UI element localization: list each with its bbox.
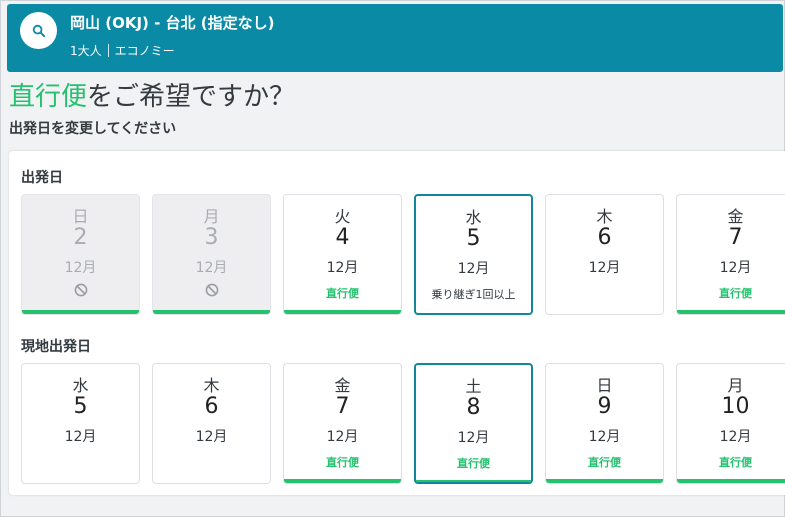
day-number: 2: [73, 225, 88, 250]
day-number: 4: [335, 225, 350, 250]
day-of-week: 月: [727, 376, 744, 395]
passenger-count: 1大人: [70, 44, 102, 58]
day-of-week: 月: [203, 207, 220, 226]
month-label: 12月: [719, 429, 752, 445]
return-date-card[interactable]: 金 7 12月直行便: [283, 363, 402, 484]
return-date-card[interactable]: 土 8 12月直行便: [414, 363, 533, 484]
day-number: 9: [597, 394, 612, 419]
unavailable-icon: [153, 283, 270, 300]
availability-bar: [416, 480, 531, 482]
availability-bar: [22, 310, 139, 314]
availability-bar: [677, 479, 785, 483]
day-number: 3: [204, 225, 219, 250]
search-summary-header[interactable]: 岡山 (OKJ) - 台北 (指定なし) 1大人 エコノミー: [7, 4, 783, 72]
day-number: 8: [466, 395, 481, 420]
outbound-date-card[interactable]: 木 6 12月: [545, 194, 664, 315]
return-date-card[interactable]: 木 6 12月: [152, 363, 271, 484]
direct-flight-tag: 直行便: [588, 456, 621, 469]
availability-bar: [546, 479, 663, 483]
day-number: 6: [597, 225, 612, 250]
return-label: 現地出発日: [21, 339, 91, 355]
headline-highlight: 直行便: [9, 82, 88, 112]
day-number: 5: [466, 226, 481, 251]
return-date-card[interactable]: 水 5 12月: [21, 363, 140, 484]
availability-bar: [153, 310, 270, 314]
day-of-week: 火: [334, 207, 351, 226]
month-label: 12月: [588, 429, 621, 445]
unavailable-icon: [22, 283, 139, 300]
month-label: 12月: [457, 261, 490, 277]
day-of-week: 水: [465, 208, 482, 227]
return-date-card[interactable]: 月 10 12月直行便: [676, 363, 785, 484]
day-of-week: 金: [334, 376, 351, 395]
outbound-date-card[interactable]: 水 5 12月乗り継ぎ1回以上: [414, 194, 533, 315]
month-label: 12月: [457, 430, 490, 446]
page-headline: 直行便をご希望ですか？: [9, 76, 295, 113]
month-label: 12月: [64, 260, 97, 276]
day-of-week: 日: [596, 376, 613, 395]
headline-text: をご希望ですか？: [87, 82, 296, 112]
month-label: 12月: [195, 260, 228, 276]
day-of-week: 水: [72, 376, 89, 395]
search-button[interactable]: [20, 12, 57, 49]
day-number: 7: [728, 225, 743, 250]
day-of-week: 木: [203, 376, 220, 395]
day-of-week: 金: [727, 207, 744, 226]
outbound-date-card[interactable]: 火 4 12月直行便: [283, 194, 402, 315]
day-number: 6: [204, 394, 219, 419]
outbound-date-card: 月 3 12月: [152, 194, 271, 315]
route-title: 岡山 (OKJ) - 台北 (指定なし): [70, 14, 275, 32]
day-number: 10: [721, 394, 750, 419]
divider: [107, 44, 109, 57]
passenger-cabin-summary: 1大人 エコノミー: [70, 42, 175, 59]
day-of-week: 土: [465, 377, 482, 396]
outbound-date-card[interactable]: 金 7 12月直行便: [676, 194, 785, 315]
day-of-week: 日: [72, 207, 89, 226]
availability-bar: [284, 479, 401, 483]
direct-flight-tag: 直行便: [326, 456, 359, 469]
month-label: 12月: [326, 429, 359, 445]
cabin-class: エコノミー: [114, 44, 175, 58]
availability-bar: [284, 310, 401, 314]
availability-bar: [677, 310, 785, 314]
date-selection-panel: 出発日 日 2 12月月 3 12月火 4 12月 直行便水 5 12月 乗り継ぎ1回以上木 6 12月…: [9, 151, 785, 495]
connection-tag: 乗り継ぎ1回以上: [431, 288, 516, 301]
search-icon: [32, 24, 45, 37]
direct-flight-tag: 直行便: [719, 456, 752, 469]
month-label: 12月: [326, 260, 359, 276]
direct-flight-tag: 直行便: [719, 287, 752, 300]
month-label: 12月: [195, 429, 228, 445]
month-label: 12月: [64, 429, 97, 445]
month-label: 12月: [588, 260, 621, 276]
day-number: 7: [335, 394, 350, 419]
direct-flight-tag: 直行便: [326, 287, 359, 300]
outbound-label: 出発日: [21, 170, 63, 186]
day-of-week: 木: [596, 207, 613, 226]
direct-flight-tag: 直行便: [457, 457, 490, 470]
outbound-date-card: 日 2 12月: [21, 194, 140, 315]
day-number: 5: [73, 394, 88, 419]
month-label: 12月: [719, 260, 752, 276]
page-subheading: 出発日を変更してください: [9, 121, 177, 137]
return-date-card[interactable]: 日 9 12月直行便: [545, 363, 664, 484]
